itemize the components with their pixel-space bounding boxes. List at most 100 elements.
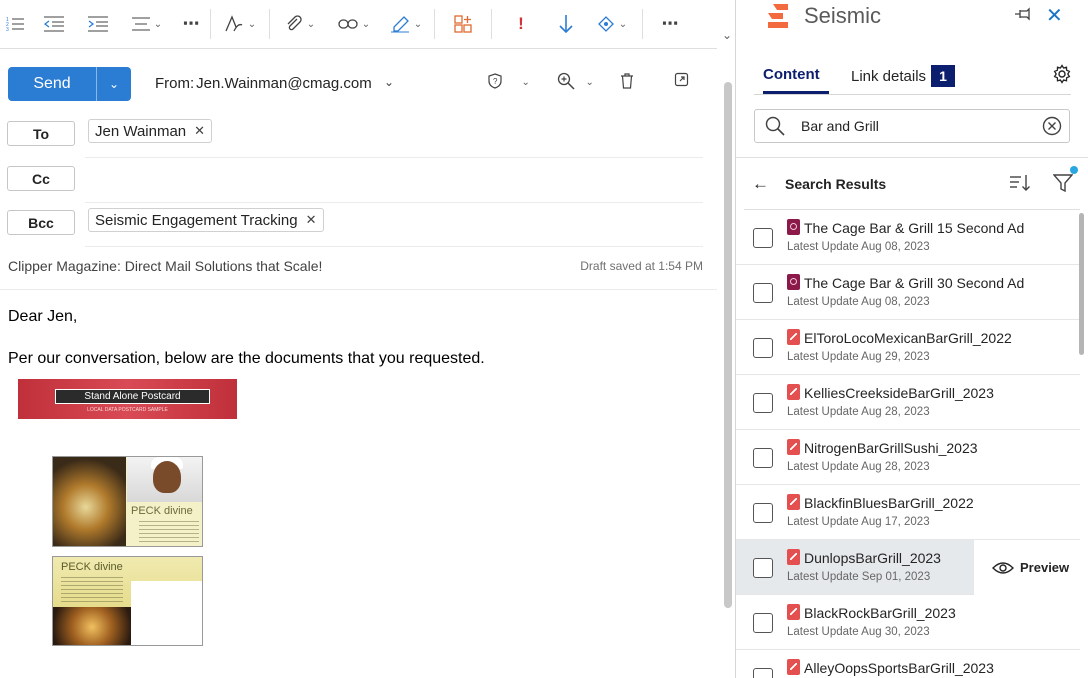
subject-field[interactable]: Clipper Magazine: Direct Mail Solutions …	[8, 258, 322, 274]
insert-link-icon[interactable]: ⌄	[326, 0, 382, 49]
ribbon-divider	[269, 9, 270, 39]
send-button[interactable]: Send	[8, 67, 96, 101]
video-file-icon	[787, 274, 800, 290]
gear-icon[interactable]	[1052, 64, 1072, 84]
result-updated-date: Latest Update Aug 08, 2023	[787, 241, 930, 253]
result-title[interactable]: DunlopsBarGrill_2023	[804, 550, 941, 566]
postcard-sample-front[interactable]: PECK divine	[52, 456, 203, 547]
more-options-icon[interactable]: ⋯	[647, 0, 693, 49]
result-item[interactable]: BlackRockBarGrill_2023 Latest Update Aug …	[736, 595, 1080, 650]
back-arrow-icon[interactable]: ←	[752, 174, 769, 194]
pdf-file-icon	[787, 659, 800, 675]
send-options-chevron-icon[interactable]: ⌄	[96, 67, 131, 101]
to-row: To Jen Wainman ✕	[0, 114, 717, 158]
result-checkbox[interactable]	[753, 503, 773, 523]
result-title[interactable]: The Cage Bar & Grill 30 Second Ad	[804, 275, 1024, 291]
to-button[interactable]: To	[7, 121, 75, 146]
bcc-button[interactable]: Bcc	[7, 210, 75, 235]
compose-pane: Send ⌄ From: Jen.Wainman@cmag.com ⌄ ? ⌄ ⌄…	[0, 58, 717, 678]
search-input[interactable]: Bar and Grill	[754, 109, 1070, 143]
seismic-logo-icon	[768, 4, 788, 28]
result-checkbox[interactable]	[753, 668, 773, 678]
compose-scrollbar[interactable]	[724, 82, 732, 608]
pop-out-icon[interactable]	[674, 72, 689, 92]
pin-icon[interactable]	[1013, 5, 1033, 23]
decrease-indent-icon[interactable]	[30, 0, 78, 49]
address-area	[131, 581, 202, 645]
draft-status: Draft saved at 1:54 PM	[580, 259, 703, 273]
result-title[interactable]: The Cage Bar & Grill 15 Second Ad	[804, 220, 1024, 236]
result-updated-date: Latest Update Aug 08, 2023	[787, 296, 930, 308]
result-title[interactable]: NitrogenBarGrillSushi_2023	[804, 440, 978, 456]
clear-search-icon[interactable]	[1042, 116, 1062, 136]
seismic-addin-icon[interactable]: ⌄	[586, 0, 638, 49]
apps-icon[interactable]	[439, 0, 487, 49]
postcard-image[interactable]: Stand Alone Postcard LOCAL DATA POSTCARD…	[18, 379, 237, 427]
result-title[interactable]: ElToroLocoMexicanBarGrill_2022	[804, 330, 1012, 346]
chevron-down-icon: ⌄	[585, 77, 594, 89]
sensitivity-shield-icon[interactable]: ? ⌄	[487, 72, 530, 90]
postcard-sample-back[interactable]: PECK divine	[52, 556, 203, 646]
preview-button[interactable]: Preview	[974, 540, 1080, 595]
from-address: Jen.Wainman@cmag.com	[196, 75, 372, 92]
numbered-list-icon[interactable]: 123	[0, 0, 30, 49]
card-text-lines	[139, 521, 199, 543]
high-importance-icon[interactable]: !	[496, 0, 546, 49]
pdf-file-icon	[787, 549, 800, 565]
from-label: From:	[155, 75, 195, 92]
food-photo	[53, 457, 126, 546]
postcard-subtitle: LOCAL DATA POSTCARD SAMPLE	[87, 407, 168, 413]
result-item[interactable]: BlackfinBluesBarGrill_2022 Latest Update …	[736, 485, 1080, 540]
recipient-chip[interactable]: Seismic Engagement Tracking ✕	[88, 208, 324, 232]
filter-icon[interactable]	[1053, 172, 1073, 194]
more-formatting-icon[interactable]: ⋯	[176, 0, 206, 49]
result-title[interactable]: BlackRockBarGrill_2023	[804, 605, 956, 621]
from-field[interactable]: From: Jen.Wainman@cmag.com	[155, 75, 372, 92]
styles-icon[interactable]: ⌄	[215, 0, 265, 49]
result-item[interactable]: The Cage Bar & Grill 15 Second Ad Latest …	[736, 210, 1080, 265]
align-text-icon[interactable]: ⌄	[118, 0, 176, 49]
result-title[interactable]: AlleyOopsSportsBarGrill_2023	[804, 660, 994, 676]
cc-button[interactable]: Cc	[7, 166, 75, 191]
result-checkbox[interactable]	[753, 558, 773, 578]
result-item[interactable]: ElToroLocoMexicanBarGrill_2022 Latest Upd…	[736, 320, 1080, 375]
recipient-chip[interactable]: Jen Wainman ✕	[88, 119, 213, 143]
result-item[interactable]: AlleyOopsSportsBarGrill_2023	[736, 650, 1080, 678]
result-checkbox[interactable]	[753, 283, 773, 303]
result-checkbox[interactable]	[753, 613, 773, 633]
result-item[interactable]: The Cage Bar & Grill 30 Second Ad Latest …	[736, 265, 1080, 320]
discard-trash-icon[interactable]	[619, 72, 635, 94]
zoom-icon[interactable]: ⌄	[557, 72, 594, 90]
result-checkbox[interactable]	[753, 448, 773, 468]
result-item[interactable]: NitrogenBarGrillSushi_2023 Latest Update …	[736, 430, 1080, 485]
result-item[interactable]: KelliesCreeksideBarGrill_2023 Latest Upda…	[736, 375, 1080, 430]
increase-indent-icon[interactable]	[78, 0, 118, 49]
section-divider	[736, 157, 1088, 158]
close-icon[interactable]: ✕	[1046, 3, 1063, 28]
tab-link-details[interactable]: Link details	[851, 68, 926, 85]
attach-file-icon[interactable]: ⌄	[274, 0, 326, 49]
recipient-name: Jen Wainman	[95, 122, 187, 140]
chevron-down-icon[interactable]: ⌄	[384, 75, 394, 89]
result-item[interactable]: DunlopsBarGrill_2023 Latest Update Sep 01…	[736, 540, 1080, 595]
tab-content[interactable]: Content	[763, 66, 829, 94]
search-icon	[765, 116, 785, 136]
remove-recipient-icon[interactable]: ✕	[194, 123, 205, 139]
signature-icon[interactable]: ⌄	[382, 0, 430, 49]
result-title[interactable]: KelliesCreeksideBarGrill_2023	[804, 385, 994, 401]
result-checkbox[interactable]	[753, 338, 773, 358]
card-brand: PECK divine	[61, 561, 123, 573]
ribbon-collapse-chevron-icon[interactable]: ⌄	[718, 26, 736, 44]
low-importance-icon[interactable]	[546, 0, 586, 49]
pdf-file-icon	[787, 384, 800, 400]
chevron-down-icon: ⌄	[618, 18, 628, 30]
result-checkbox[interactable]	[753, 228, 773, 248]
ribbon-divider	[642, 9, 643, 39]
subject-row[interactable]: Clipper Magazine: Direct Mail Solutions …	[0, 255, 717, 290]
result-checkbox[interactable]	[753, 393, 773, 413]
sort-icon[interactable]	[1009, 172, 1031, 194]
remove-recipient-icon[interactable]: ✕	[306, 212, 317, 228]
recipient-name: Seismic Engagement Tracking	[95, 211, 298, 229]
result-title[interactable]: BlackfinBluesBarGrill_2022	[804, 495, 974, 511]
results-scrollbar[interactable]	[1079, 213, 1084, 355]
